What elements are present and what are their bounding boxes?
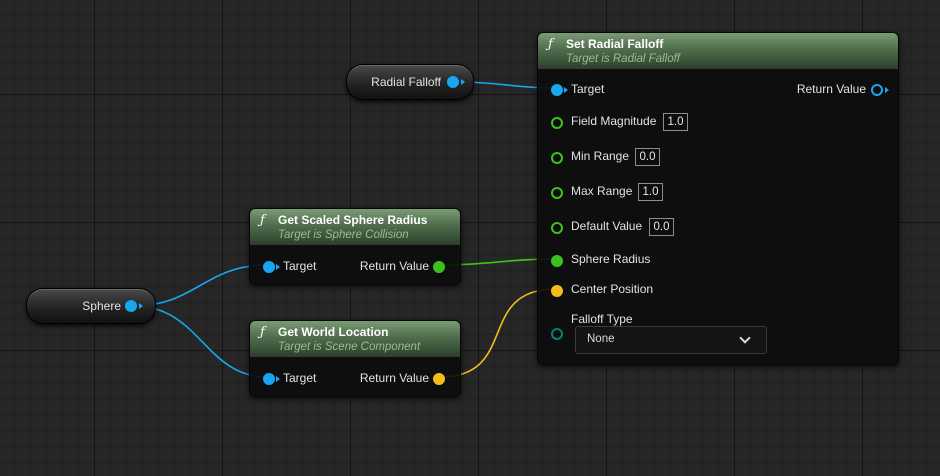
world-location-target-input-pin[interactable] (263, 373, 275, 385)
function-icon: ƒ (260, 213, 265, 228)
world-location-target-arrow-icon (276, 376, 280, 382)
falloff-type-input-pin[interactable] (551, 328, 563, 340)
return-value-pin-label: Return Value (796, 82, 866, 96)
get-world-location-subtitle: Target is Scene Component (278, 341, 421, 353)
sphere-variable-node[interactable]: Sphere (26, 288, 156, 324)
radial-falloff-variable-node[interactable]: Radial Falloff (346, 64, 474, 100)
function-icon: ƒ (548, 37, 553, 52)
function-icon: ƒ (260, 325, 265, 340)
set-radial-falloff-title: Set Radial Falloff (566, 37, 664, 51)
field-magnitude-input[interactable]: 1.0 (663, 113, 688, 131)
falloff-type-label: Falloff Type (571, 312, 633, 326)
radial-falloff-output-pin[interactable] (447, 76, 459, 88)
scaled-radius-target-label: Target (283, 259, 317, 273)
field-magnitude-input-pin[interactable] (551, 117, 563, 129)
chevron-down-icon (739, 332, 751, 344)
set-radial-falloff-node[interactable]: ƒ Set Radial Falloff Target is Radial Fa… (537, 32, 899, 365)
scaled-radius-return-value-pin[interactable] (433, 261, 445, 273)
target-pin-label: Target (571, 82, 605, 96)
min-range-input-pin[interactable] (551, 152, 563, 164)
max-range-input[interactable]: 1.0 (638, 183, 663, 201)
world-location-return-value-label: Return Value (359, 371, 429, 385)
max-range-input-pin[interactable] (551, 187, 563, 199)
set-radial-falloff-header[interactable]: ƒ Set Radial Falloff Target is Radial Fa… (538, 33, 898, 69)
radial-falloff-output-arrow-icon (461, 79, 465, 85)
center-position-input-pin[interactable] (551, 285, 563, 297)
falloff-type-dropdown[interactable]: None (575, 326, 767, 354)
target-input-pin[interactable] (551, 84, 563, 96)
wire-sphere-to-world-location-target[interactable] (133, 305, 268, 378)
scaled-radius-return-value-label: Return Value (359, 259, 429, 273)
return-value-output-arrow-icon (885, 87, 889, 93)
min-range-label: Min Range (571, 149, 630, 163)
radial-falloff-label: Radial Falloff (371, 75, 441, 89)
scaled-radius-target-input-pin[interactable] (263, 261, 275, 273)
sphere-radius-label: Sphere Radius (571, 252, 651, 266)
field-magnitude-label: Field Magnitude (571, 114, 657, 128)
max-range-label: Max Range (571, 184, 633, 198)
sphere-radius-input-pin[interactable] (551, 255, 563, 267)
get-world-location-title: Get World Location (278, 325, 389, 339)
get-scaled-sphere-radius-node[interactable]: ƒ Get Scaled Sphere Radius Target is Sph… (249, 208, 461, 285)
falloff-type-selected-value: None (587, 333, 615, 345)
return-value-output-pin[interactable] (871, 84, 883, 96)
min-range-input[interactable]: 0.0 (635, 148, 660, 166)
world-location-target-label: Target (283, 371, 317, 385)
get-scaled-sphere-radius-subtitle: Target is Sphere Collision (278, 229, 409, 241)
default-value-label: Default Value (571, 219, 643, 233)
get-world-location-node[interactable]: ƒ Get World Location Target is Scene Com… (249, 320, 461, 397)
sphere-output-arrow-icon (139, 303, 143, 309)
set-radial-falloff-subtitle: Target is Radial Falloff (566, 53, 680, 65)
target-input-arrow-icon (564, 87, 568, 93)
sphere-label: Sphere (82, 299, 121, 313)
get-scaled-sphere-radius-title: Get Scaled Sphere Radius (278, 213, 428, 227)
get-world-location-header[interactable]: ƒ Get World Location Target is Scene Com… (250, 321, 460, 357)
default-value-input[interactable]: 0.0 (649, 218, 674, 236)
world-location-return-value-pin[interactable] (433, 373, 445, 385)
sphere-output-pin[interactable] (125, 300, 137, 312)
center-position-label: Center Position (571, 282, 654, 296)
get-scaled-sphere-radius-header[interactable]: ƒ Get Scaled Sphere Radius Target is Sph… (250, 209, 460, 245)
default-value-input-pin[interactable] (551, 222, 563, 234)
scaled-radius-target-arrow-icon (276, 264, 280, 270)
